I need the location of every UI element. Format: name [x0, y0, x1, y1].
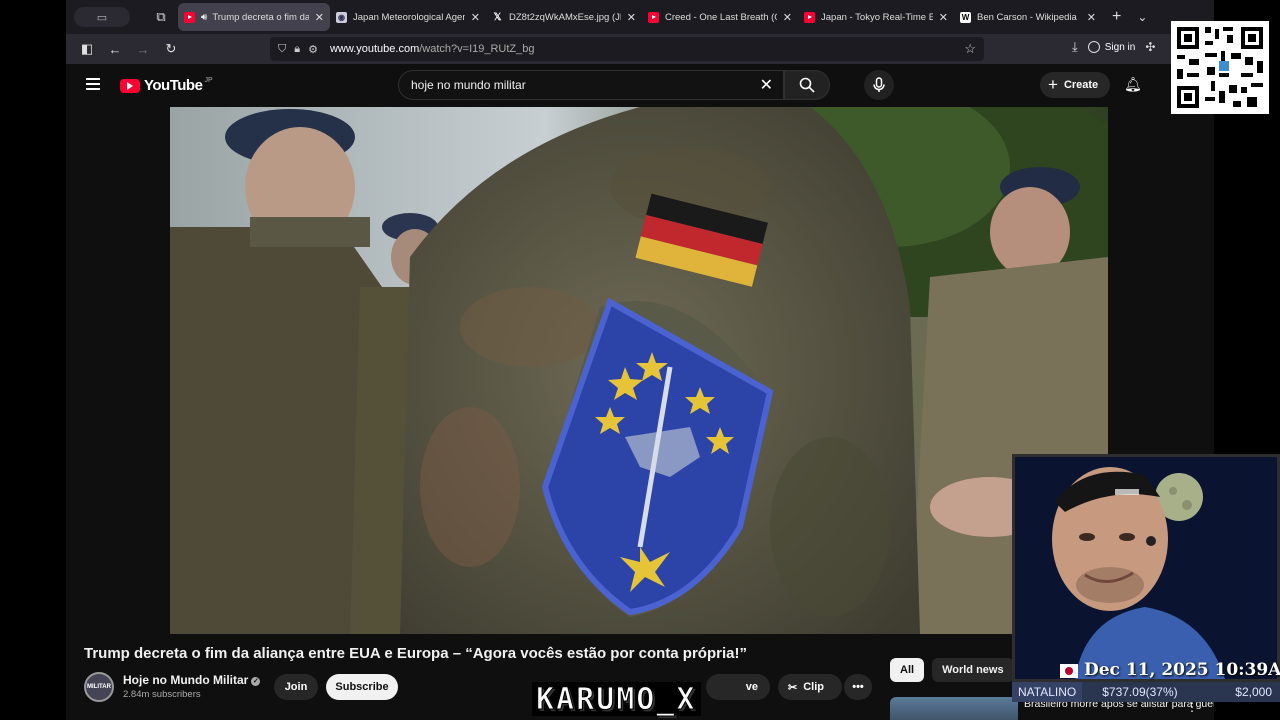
permissions-icon[interactable]: ⚙ — [308, 43, 318, 56]
youtube-favicon-icon — [648, 11, 659, 23]
logo-text: YouTube — [144, 77, 203, 94]
sidebar-toggle-icon[interactable]: ◧ — [76, 38, 98, 60]
save-label: ve — [745, 681, 758, 693]
download-icon[interactable]: ⤓ — [1072, 39, 1078, 55]
avatar-text: MILITAR — [87, 684, 111, 690]
close-tab-icon[interactable]: ✕ — [939, 11, 948, 24]
tab-creed[interactable]: Creed - One Last Breath (Of ✕ — [642, 3, 798, 31]
more-vertical-icon[interactable]: ⋮ — [1186, 700, 1198, 714]
shield-icon[interactable]: ⛉ — [278, 43, 286, 56]
create-label: Create — [1063, 79, 1099, 91]
donation-progress: $737.09(37%) — [1102, 685, 1178, 699]
speaker-icon[interactable]: 🔊︎ — [201, 12, 207, 23]
donation-goal: $2,000 — [1235, 685, 1272, 699]
voice-search-button[interactable] — [864, 70, 894, 100]
stream-datetime: Dec 11, 2025 10:39AM — [1084, 660, 1280, 680]
tab-wikipedia[interactable]: W Ben Carson - Wikipedia ✕ — [954, 3, 1102, 31]
more-actions-button[interactable]: ••• — [844, 674, 872, 700]
url-bar[interactable]: ⛉ 🔒︎ ⚙ www.youtube.com/watch?v=I19_RUtZ_… — [270, 37, 984, 61]
subscribe-button[interactable]: Subscribe — [326, 674, 398, 700]
sign-in-button[interactable]: Sign in — [1087, 41, 1136, 53]
close-tab-icon[interactable]: ✕ — [471, 11, 480, 24]
close-tab-icon[interactable]: ✕ — [1087, 11, 1096, 24]
tab-jma[interactable]: ◉ Japan Meteorological Agenc ✕ — [330, 3, 486, 31]
notifications-bell-icon[interactable]: 🔔︎ — [1124, 76, 1142, 93]
search-input[interactable]: hoje no mundo militar — [411, 78, 760, 92]
streamer-watermark: KARUMO_X — [532, 681, 701, 717]
tab-overview-icon[interactable]: ⧉ — [148, 4, 174, 30]
new-tab-icon[interactable]: + — [1112, 8, 1121, 26]
donation-ticker: NATALINO $737.09(37%) $2,000 — [1012, 682, 1280, 702]
country-code: JP — [204, 77, 213, 84]
plus-icon: + — [1048, 75, 1058, 94]
youtube-play-icon — [120, 78, 140, 93]
youtube-logo[interactable]: YouTube JP — [120, 77, 213, 94]
channel-name: Hoje no Mundo Militar — [123, 673, 249, 687]
scissors-icon: ✂ — [788, 681, 798, 694]
tab-youtube-trump[interactable]: 🔊︎ Trump decreta o fim da ✕ — [178, 3, 330, 31]
search-box[interactable]: hoje no mundo militar ✕ — [398, 70, 784, 100]
tab-strip: ▭ ⧉ 🔊︎ Trump decreta o fim da ✕ ◉ Japan … — [66, 0, 1214, 34]
close-tab-icon[interactable]: ✕ — [783, 11, 792, 24]
reload-icon[interactable]: ↻ — [160, 38, 182, 60]
chip-world-news[interactable]: World news — [932, 658, 1014, 682]
url-text: www.youtube.com/watch?v=I19_RUtZ_bg — [330, 43, 535, 55]
url-path: /watch?v=I19_RUtZ_bg — [419, 43, 535, 55]
x-favicon-icon: 𝕏 — [493, 11, 502, 23]
video-title: Trump decreta o fim da aliança entre EUA… — [84, 645, 747, 662]
japan-flag-icon — [1060, 664, 1078, 678]
list-all-tabs-icon[interactable]: ⌄ — [1137, 10, 1147, 24]
tab-tokyo-earthquake[interactable]: Japan - Tokyo Real-Time Ea ✕ — [798, 3, 954, 31]
menu-icon[interactable] — [86, 78, 100, 90]
tab-title: Trump decreta o fim da — [212, 11, 309, 23]
more-horizontal-icon: ••• — [852, 681, 864, 693]
close-tab-icon[interactable]: ✕ — [627, 11, 636, 24]
lock-icon[interactable]: 🔒︎ — [294, 43, 300, 56]
verified-check-icon: ✓ — [251, 677, 261, 686]
extensions-icon[interactable]: ✣ — [1145, 40, 1155, 54]
tab-title: Ben Carson - Wikipedia — [977, 11, 1077, 23]
forward-icon[interactable]: → — [132, 38, 154, 60]
youtube-header: YouTube JP hoje no mundo militar ✕ + Cre… — [66, 64, 1214, 106]
sign-in-label: Sign in — [1104, 41, 1136, 53]
tab-title: Japan Meteorological Agenc — [353, 11, 465, 23]
microphone-icon — [873, 77, 885, 92]
tab-title: DZ8t2zqWkAMxEse.jpg (JP — [509, 11, 621, 23]
save-button[interactable]: ve — [706, 674, 770, 700]
video-frame-soldier-eu-patch — [170, 107, 1108, 634]
video-player[interactable] — [170, 107, 1108, 634]
search-icon — [799, 77, 815, 93]
tab-x-image[interactable]: 𝕏 DZ8t2zqWkAMxEse.jpg (JP ✕ — [486, 3, 642, 31]
streamer-webcam-image — [1015, 457, 1277, 679]
clear-search-icon[interactable]: ✕ — [760, 75, 773, 95]
wikipedia-favicon-icon: W — [960, 11, 971, 23]
recommendation-chips: All World news — [890, 658, 1014, 682]
channel-avatar[interactable]: MILITAR — [84, 672, 114, 702]
tab-title: Japan - Tokyo Real-Time Ea — [821, 11, 933, 23]
url-host: www.youtube.com — [329, 43, 420, 55]
donor-name: NATALINO — [1012, 682, 1083, 702]
recommended-video-thumbnail[interactable] — [890, 697, 1018, 720]
back-icon[interactable]: ← — [104, 38, 126, 60]
clip-label: Clip — [803, 681, 824, 693]
subscriber-count: 2.84m subscribers — [123, 689, 201, 700]
bookmark-star-icon[interactable]: ☆ — [964, 41, 976, 57]
search-button[interactable] — [784, 70, 830, 100]
navigation-bar: ◧ ← → ↻ ⛉ 🔒︎ ⚙ www.youtube.com/watch?v=I… — [66, 34, 1214, 64]
join-button[interactable]: Join — [274, 674, 318, 700]
channel-name-link[interactable]: Hoje no Mundo Militar ✓ — [123, 673, 261, 687]
youtube-favicon-icon — [804, 11, 815, 23]
chip-all[interactable]: All — [890, 658, 925, 682]
account-icon — [1087, 41, 1100, 53]
webcam-overlay — [1012, 454, 1280, 682]
clip-button[interactable]: ✂ Clip — [778, 674, 842, 700]
jma-favicon-icon: ◉ — [336, 11, 347, 23]
qr-code — [1171, 21, 1269, 114]
tab-group-pill[interactable]: ▭ — [74, 7, 130, 27]
youtube-favicon-icon — [184, 11, 195, 23]
close-tab-icon[interactable]: ✕ — [315, 11, 324, 24]
create-button[interactable]: + Create — [1040, 72, 1111, 98]
tab-title: Creed - One Last Breath (Of — [665, 11, 777, 23]
toolbar-right: ⤓ Sign in ✣ — [1072, 39, 1155, 55]
